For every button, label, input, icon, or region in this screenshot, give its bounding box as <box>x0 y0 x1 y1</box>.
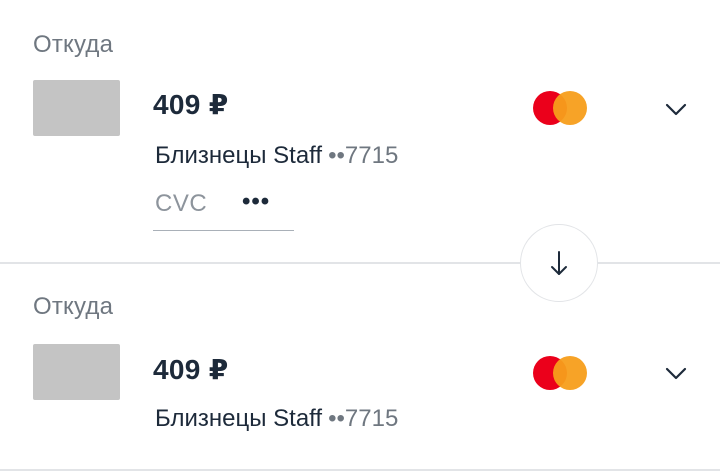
mastercard-logo <box>533 356 587 390</box>
section-label-from: Откуда <box>33 293 114 320</box>
card-thumbnail <box>33 80 120 136</box>
cvc-placeholder: CVC <box>155 190 208 217</box>
card-info: Близнецы Staff ••7715 <box>155 405 398 433</box>
source-card-section-bottom: Откуда 409 ₽ Близнецы Staff ••7715 <box>0 263 720 469</box>
card-name: Близнецы Staff <box>155 142 323 169</box>
card-info: Близнецы Staff ••7715 <box>155 142 398 170</box>
mastercard-logo <box>533 91 587 125</box>
section-label-from: Откуда <box>33 31 114 58</box>
section-divider <box>0 469 720 471</box>
card-number-mask: ••7715 <box>328 142 399 169</box>
card-balance: 409 ₽ <box>153 89 229 120</box>
card-name: Близнецы Staff <box>155 405 323 432</box>
source-card-section-top: Откуда 409 ₽ Близнецы Staff ••7715 CVC ••… <box>0 0 720 262</box>
chevron-down-icon[interactable] <box>662 95 690 123</box>
cvc-input[interactable]: CVC ••• <box>153 186 294 231</box>
chevron-down-icon[interactable] <box>662 359 690 387</box>
card-balance: 409 ₽ <box>153 354 229 385</box>
card-number-mask: ••7715 <box>328 405 399 432</box>
cvc-more-button[interactable]: ••• <box>242 188 270 216</box>
card-thumbnail <box>33 344 120 400</box>
